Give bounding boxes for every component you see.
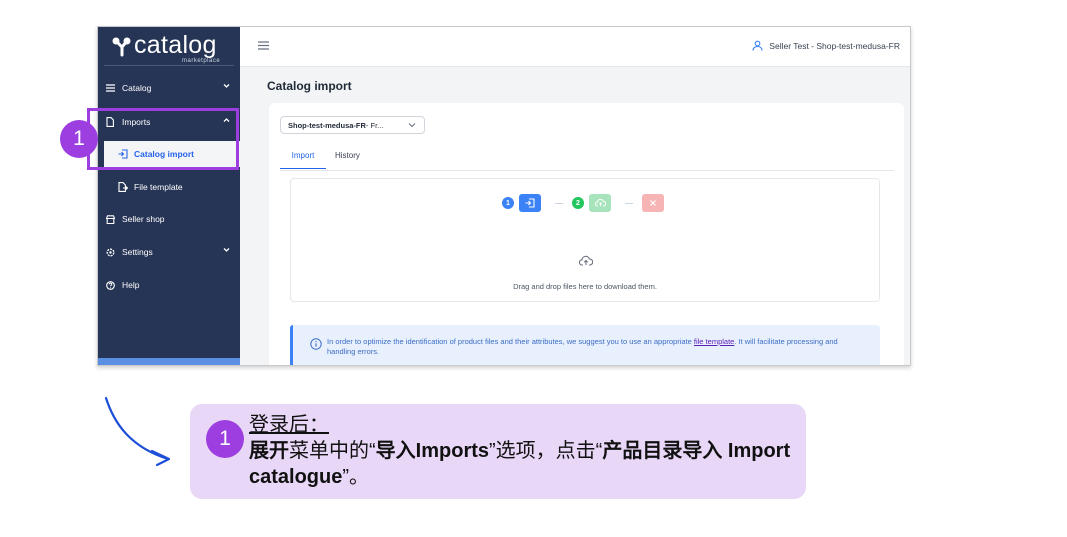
file-template-link[interactable]: file template: [694, 337, 734, 346]
sidebar-item-label: File template: [134, 182, 183, 192]
user-menu[interactable]: Seller Test - Shop-test-medusa-FR: [752, 40, 900, 51]
shop-icon: [106, 214, 118, 224]
chevron-down-icon: [223, 84, 230, 88]
step-number-2: 2: [572, 197, 584, 209]
import-card: Shop-test-medusa-FR - Fr... Import Histo…: [269, 103, 904, 365]
callout-text-2: ”选项，点击“: [489, 440, 603, 462]
app-screenshot: catalog marketplace Catalog Imports Cata…: [97, 26, 911, 366]
list-icon: [106, 84, 118, 92]
callout-text-1: 菜单中的“: [289, 440, 376, 462]
chevron-down-icon: [408, 123, 416, 128]
tab-history[interactable]: History: [335, 151, 360, 168]
sidebar-item-catalog[interactable]: Catalog: [98, 75, 240, 101]
step-badge: 1: [60, 120, 98, 158]
callout-badge: 1: [206, 420, 244, 458]
info-icon: [310, 338, 322, 350]
shop-select-value: Shop-test-medusa-FR: [288, 120, 366, 130]
callout-heading: 登录后：: [249, 414, 329, 436]
sidebar-item-label: Catalog: [122, 83, 152, 93]
step-separator: [625, 203, 633, 204]
sidebar-item-label: Settings: [122, 247, 153, 257]
sidebar-item-seller-shop[interactable]: Seller shop: [98, 206, 240, 232]
file-export-icon: [118, 182, 130, 192]
callout-bold-expand: 展开: [249, 440, 289, 462]
logo-subtitle: marketplace: [182, 58, 221, 64]
sidebar-footer: [98, 358, 240, 365]
tab-import[interactable]: Import: [280, 151, 326, 169]
upload-cloud-icon: [579, 255, 593, 266]
hamburger-menu-icon[interactable]: [258, 41, 269, 50]
shop-select[interactable]: Shop-test-medusa-FR - Fr...: [280, 116, 425, 134]
sidebar-item-file-template[interactable]: File template: [104, 174, 240, 200]
sidebar: catalog marketplace Catalog Imports Cata…: [98, 27, 240, 365]
sidebar-item-label: Help: [122, 280, 140, 290]
chevron-down-icon: [223, 248, 230, 252]
logo: catalog marketplace: [112, 31, 228, 64]
dropzone-text: Drag and drop files here to download the…: [513, 282, 657, 291]
callout-text-3: ”。: [342, 466, 370, 488]
step-import-icon: [519, 194, 541, 212]
logo-mark-icon: [112, 37, 131, 57]
top-bar: Seller Test - Shop-test-medusa-FR: [240, 27, 910, 67]
info-alert: In order to optimize the identification …: [290, 325, 880, 365]
user-name: Seller Test - Shop-test-medusa-FR: [769, 40, 900, 51]
sidebar-item-help[interactable]: Help: [98, 272, 240, 298]
tab-divider: [280, 170, 894, 171]
gear-icon: [106, 248, 118, 257]
sidebar-item-settings[interactable]: Settings: [98, 239, 240, 265]
highlight-imports-box: [87, 108, 239, 170]
file-dropzone[interactable]: 1 2 Drag and drop files here to download…: [290, 178, 880, 302]
callout-text: 登录后： 展开菜单中的“导入Imports”选项，点击“产品目录导入 Impor…: [249, 412, 799, 490]
step-upload-cloud-icon: [589, 194, 611, 212]
info-text-start: In order to optimize the identification …: [327, 337, 694, 346]
help-icon: [106, 280, 118, 290]
info-text: In order to optimize the identification …: [327, 337, 867, 357]
page-title: Catalog import: [267, 79, 352, 93]
logo-text: catalog: [134, 31, 217, 59]
shop-select-suffix: - Fr...: [365, 120, 384, 130]
curved-arrow-icon: [104, 396, 171, 467]
sidebar-item-label: Seller shop: [122, 214, 165, 224]
step-separator: [555, 203, 563, 204]
step-number-1: 1: [502, 197, 514, 209]
step-cancel-icon: [642, 194, 664, 212]
callout-instruction: 展开菜单中的“导入Imports”选项，点击“产品目录导入 Import cat…: [249, 438, 799, 490]
user-icon: [752, 40, 763, 51]
sidebar-divider: [104, 65, 234, 66]
callout-bold-imports: 导入Imports: [375, 440, 490, 462]
instruction-callout: 1 登录后： 展开菜单中的“导入Imports”选项，点击“产品目录导入 Imp…: [190, 404, 806, 499]
